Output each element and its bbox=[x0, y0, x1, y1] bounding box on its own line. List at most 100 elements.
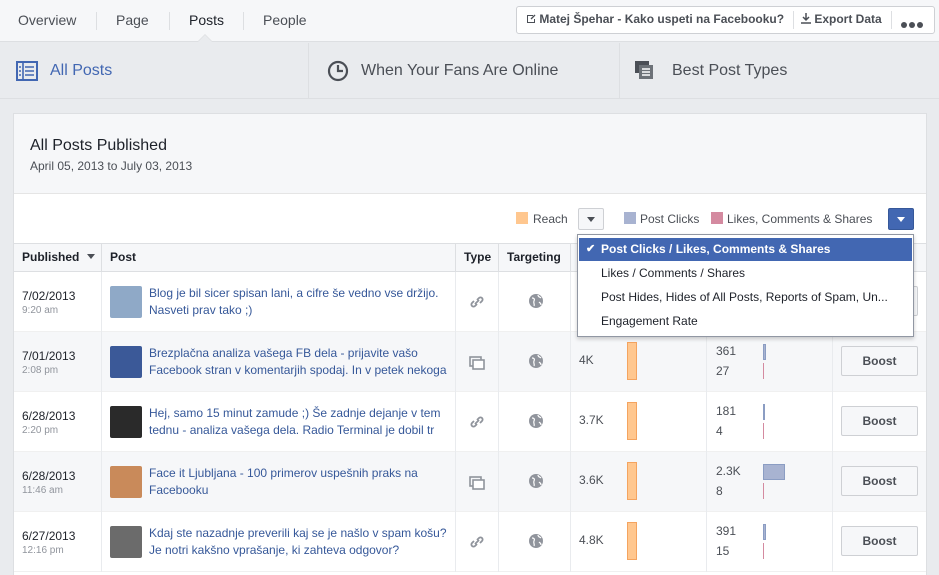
post-time: 2:20 pm bbox=[22, 425, 59, 436]
likes-bar bbox=[763, 483, 764, 499]
column-published[interactable]: Published bbox=[14, 244, 102, 271]
tab-divider bbox=[169, 12, 170, 30]
reach-swatch bbox=[516, 212, 528, 224]
table-row: 6/28/2013 11:46 am Face it Ljubljana - 100… bbox=[14, 452, 926, 512]
page-switch-button[interactable]: Matej Špehar - Kako uspeti na Facebooku? bbox=[526, 7, 784, 33]
table-row: 7/01/2013 2:08 pm Brezplačna analiza vašeg… bbox=[14, 332, 926, 392]
reach-value: 3.6K bbox=[579, 473, 604, 487]
likes-value: 27 bbox=[716, 364, 730, 378]
tab-divider bbox=[243, 12, 244, 30]
post-clicks-legend-label: Post Clicks bbox=[640, 212, 700, 226]
post-clicks-value: 2.3K bbox=[716, 464, 741, 478]
engagement-cell bbox=[707, 452, 833, 512]
post-thumbnail[interactable] bbox=[110, 286, 142, 318]
globe-icon bbox=[529, 354, 543, 368]
page-name: Matej Špehar - Kako uspeti na Facebooku? bbox=[539, 12, 785, 26]
boost-button[interactable]: Boost bbox=[841, 466, 918, 496]
globe-icon bbox=[529, 534, 543, 548]
post-date: 6/28/2013 bbox=[22, 469, 76, 483]
subtab-label: Best Post Types bbox=[672, 62, 788, 79]
export-data-label: Export Data bbox=[814, 12, 882, 26]
post-text-link[interactable]: Brezplačna analiza vašega FB dela - prij… bbox=[149, 345, 447, 379]
menu-item-engagement-rate[interactable]: Engagement Rate bbox=[579, 310, 912, 333]
reach-metric-dropdown[interactable] bbox=[578, 208, 604, 230]
post-clicks-swatch bbox=[624, 212, 636, 224]
post-date: 6/27/2013 bbox=[22, 529, 76, 543]
all-posts-panel: All Posts Published April 05, 2013 to Ju… bbox=[13, 113, 927, 575]
reach-value: 4.8K bbox=[579, 533, 604, 547]
export-data-button[interactable]: Export Data bbox=[801, 7, 882, 33]
reach-legend-label: Reach bbox=[533, 212, 568, 226]
photo-icon bbox=[469, 356, 485, 370]
post-thumbnail[interactable] bbox=[110, 466, 142, 498]
panel-title: All Posts Published bbox=[30, 137, 167, 154]
date-range: April 05, 2013 to July 03, 2013 bbox=[30, 159, 193, 173]
reach-bar bbox=[627, 522, 637, 560]
post-time: 12:16 pm bbox=[22, 545, 64, 556]
reach-bar bbox=[627, 402, 637, 440]
list-icon bbox=[16, 61, 38, 81]
post-text-link[interactable]: Hej, samo 15 minut zamude ;) Še zadnje d… bbox=[149, 405, 447, 439]
globe-icon bbox=[529, 414, 543, 428]
page-actions: Matej Špehar - Kako uspeti na Facebooku?… bbox=[516, 6, 935, 34]
post-text-link[interactable]: Face it Ljubljana - 100 primerov uspešni… bbox=[149, 465, 447, 499]
post-thumbnail[interactable] bbox=[110, 526, 142, 558]
post-thumbnail[interactable] bbox=[110, 346, 142, 378]
clock-icon bbox=[327, 60, 349, 82]
subtab-label: When Your Fans Are Online bbox=[361, 62, 559, 79]
menu-item-clicks-likes[interactable]: ✔ Post Clicks / Likes, Comments & Shares bbox=[579, 238, 912, 261]
check-icon: ✔ bbox=[586, 243, 596, 255]
insights-subtabs: All Posts When Your Fans Are Online Best… bbox=[0, 43, 939, 99]
table-row: 6/27/2013 12:16 pm Kdaj ste nazadnje preve… bbox=[14, 512, 926, 572]
boost-button[interactable]: Boost bbox=[841, 526, 918, 556]
post-clicks-bar bbox=[763, 464, 785, 480]
tab-page[interactable]: Page bbox=[116, 0, 149, 41]
likes-bar bbox=[763, 423, 764, 439]
post-time: 2:08 pm bbox=[22, 365, 59, 376]
likes-legend-label: Likes, Comments & Shares bbox=[727, 212, 873, 226]
active-tab-indicator bbox=[198, 35, 212, 42]
likes-bar bbox=[763, 363, 764, 379]
sort-down-icon bbox=[86, 254, 95, 259]
subtab-best-post-types[interactable]: Best Post Types bbox=[620, 43, 939, 99]
reach-value: 3.7K bbox=[579, 413, 604, 427]
column-targeting: Targeting bbox=[499, 244, 571, 271]
boost-button[interactable]: Boost bbox=[841, 346, 918, 376]
menu-item-likes-comments-shares[interactable]: Likes / Comments / Shares bbox=[579, 262, 912, 285]
globe-icon bbox=[529, 474, 543, 488]
photo-icon bbox=[469, 476, 485, 490]
tab-overview[interactable]: Overview bbox=[18, 0, 76, 41]
post-clicks-value: 361 bbox=[716, 344, 737, 358]
engagement-cell bbox=[707, 332, 833, 392]
chevron-down-icon bbox=[897, 217, 905, 222]
more-options-icon[interactable] bbox=[901, 17, 925, 31]
reach-bar bbox=[627, 342, 637, 380]
link-icon bbox=[470, 416, 484, 428]
post-time: 11:46 am bbox=[22, 485, 63, 496]
post-time: 9:20 am bbox=[22, 305, 59, 316]
tab-people[interactable]: People bbox=[263, 0, 307, 41]
top-nav: Overview Page Posts People Matej Špehar … bbox=[0, 0, 939, 42]
subtab-all-posts[interactable]: All Posts bbox=[0, 43, 308, 99]
subtab-label: All Posts bbox=[50, 62, 113, 79]
likes-value: 15 bbox=[716, 544, 730, 558]
engagement-cell bbox=[707, 512, 833, 572]
reach-value: 4K bbox=[579, 353, 594, 367]
column-type: Type bbox=[456, 244, 499, 271]
engagement-metric-dropdown[interactable] bbox=[888, 208, 914, 230]
post-text-link[interactable]: Blog je bil sicer spisan lani, a cifre š… bbox=[149, 285, 447, 319]
table-row: 6/28/2013 2:20 pm Hej, samo 15 minut zamud… bbox=[14, 392, 926, 452]
post-text-link[interactable]: Kdaj ste nazadnje preverili kaj se je na… bbox=[149, 525, 447, 559]
link-icon bbox=[470, 296, 484, 308]
metric-dropdown-menu: ✔ Post Clicks / Likes, Comments & Shares… bbox=[577, 234, 914, 337]
subtab-when-fans-online[interactable]: When Your Fans Are Online bbox=[309, 43, 619, 99]
menu-item-post-hides[interactable]: Post Hides, Hides of All Posts, Reports … bbox=[579, 286, 912, 309]
engagement-cell bbox=[707, 392, 833, 452]
post-thumbnail[interactable] bbox=[110, 406, 142, 438]
likes-bar bbox=[763, 543, 764, 559]
boost-button[interactable]: Boost bbox=[841, 406, 918, 436]
likes-swatch bbox=[711, 212, 723, 224]
post-date: 6/28/2013 bbox=[22, 409, 76, 423]
menu-item-label: Post Clicks / Likes, Comments & Shares bbox=[601, 242, 831, 256]
column-post: Post bbox=[102, 244, 456, 271]
